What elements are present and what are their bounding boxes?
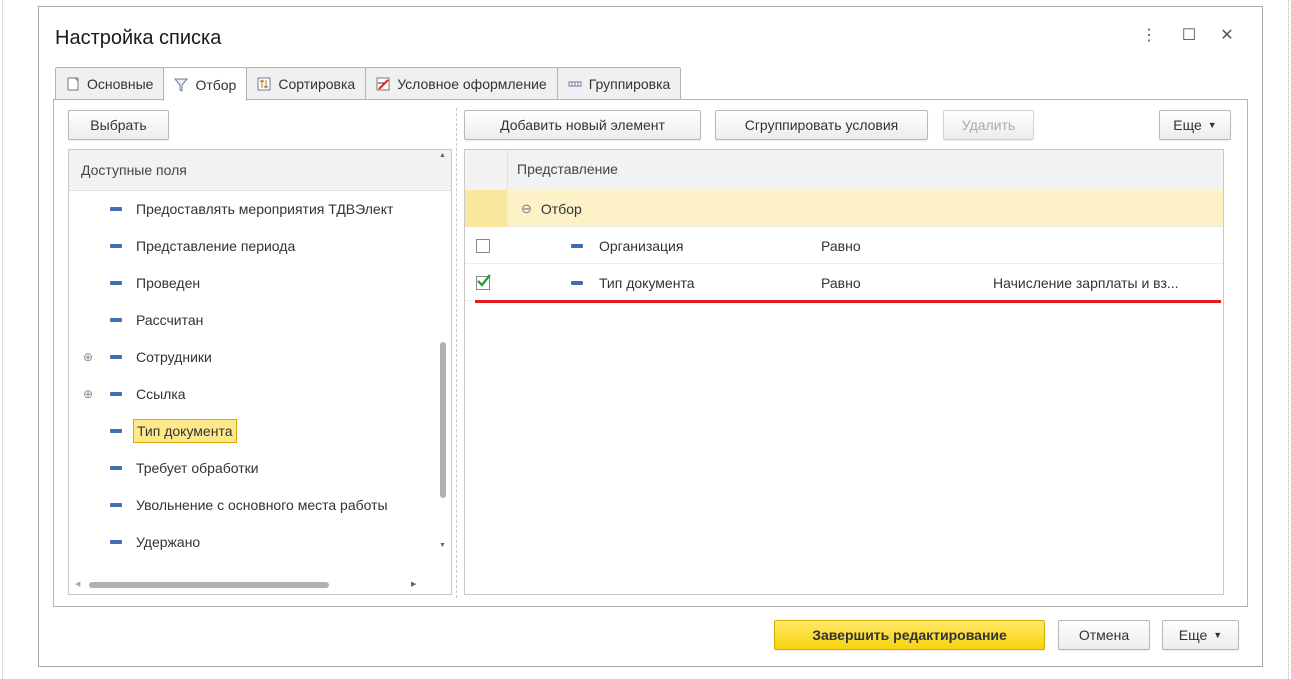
list-item[interactable]: Требует обработки xyxy=(69,449,259,486)
group-row[interactable]: ⊖ Отбор xyxy=(465,190,1223,227)
close-icon[interactable]: ✕ xyxy=(1217,25,1237,45)
list-item[interactable]: Предоставлять мероприятия ТДВЭлект xyxy=(69,190,393,227)
settings-dialog: Настройка списка ⋮ ☐ ✕ Основные Отбор Со… xyxy=(38,6,1263,667)
tab-sort[interactable]: Сортировка xyxy=(246,67,367,99)
field-label: Тип документа xyxy=(133,418,237,443)
more-button-label: Еще xyxy=(1173,117,1202,133)
scroll-left-icon[interactable]: ◀ xyxy=(75,580,80,588)
expand-icon[interactable]: ⊕ xyxy=(83,350,93,364)
tab-bar: Основные Отбор Сортировка Условное оформ… xyxy=(55,67,682,101)
field-icon xyxy=(110,539,122,544)
field-label: Сотрудники xyxy=(136,348,212,365)
column-separator xyxy=(507,150,508,190)
collapse-icon[interactable]: ⊖ xyxy=(521,201,532,217)
row-checkbox-checked[interactable] xyxy=(476,273,491,290)
list-item-selected[interactable]: Тип документа xyxy=(69,412,237,449)
field-icon xyxy=(110,428,122,433)
row-field: Организация xyxy=(599,237,684,254)
field-label: Ссылка xyxy=(136,385,186,402)
field-label: Рассчитан xyxy=(136,311,204,328)
list-item[interactable]: ⊕ Сотрудники xyxy=(69,338,212,375)
vertical-scroll-thumb[interactable] xyxy=(440,342,446,498)
row-checkbox[interactable] xyxy=(476,238,490,253)
finish-editing-button[interactable]: Завершить редактирование xyxy=(774,620,1045,650)
expand-icon[interactable]: ⊕ xyxy=(83,387,93,401)
field-icon xyxy=(110,243,122,248)
field-icon xyxy=(110,317,122,322)
field-label: Требует обработки xyxy=(136,459,259,476)
table-row[interactable]: Тип документа Равно Начисление зарплаты … xyxy=(465,264,1223,301)
scroll-down-icon[interactable]: ▼ xyxy=(439,542,446,549)
group-row-marker xyxy=(465,190,507,227)
row-condition[interactable]: Равно xyxy=(821,227,861,264)
tab-grouping[interactable]: Группировка xyxy=(556,67,682,99)
scroll-right-icon[interactable]: ▶ xyxy=(411,580,416,588)
available-fields-header: Доступные поля xyxy=(69,150,451,191)
add-new-element-button[interactable]: Добавить новый элемент xyxy=(464,110,701,140)
list-item[interactable]: Рассчитан xyxy=(69,301,203,338)
maximize-icon[interactable]: ☐ xyxy=(1179,25,1199,45)
list-item[interactable]: Удержано xyxy=(69,523,200,560)
splitter[interactable] xyxy=(456,108,457,598)
more-button[interactable]: Еще ▼ xyxy=(1159,110,1231,140)
column-header-representation: Представление xyxy=(517,161,618,177)
list-item[interactable]: Увольнение с основного места работы xyxy=(69,486,388,523)
tab-filter-label: Отбор xyxy=(195,76,237,93)
dropdown-arrow-icon: ▼ xyxy=(1207,120,1217,130)
dropdown-arrow-icon: ▼ xyxy=(1213,630,1223,640)
available-fields-list: Доступные поля Предоставлять мероприятия… xyxy=(68,149,452,595)
row-condition[interactable]: Равно xyxy=(821,264,861,301)
field-label: Представление периода xyxy=(136,237,296,254)
list-item[interactable]: ⊕ Ссылка xyxy=(69,375,186,412)
filter-panel: Выбрать Добавить новый элемент Сгруппиро… xyxy=(53,99,1248,607)
field-label: Предоставлять мероприятия ТДВЭлект xyxy=(136,200,394,217)
select-button[interactable]: Выбрать xyxy=(68,110,169,140)
field-icon xyxy=(110,354,122,359)
filter-icon xyxy=(174,78,189,92)
tab-grouping-label: Группировка xyxy=(588,75,671,92)
tab-conditional-format[interactable]: Условное оформление xyxy=(365,67,558,99)
dialog-title: Настройка списка xyxy=(55,27,222,49)
field-icon xyxy=(571,280,583,285)
scroll-up-icon[interactable]: ▲ xyxy=(439,152,446,159)
tab-conditional-format-label: Условное оформление xyxy=(397,75,547,92)
row-value[interactable]: Начисление зарплаты и вз... xyxy=(993,264,1179,301)
horizontal-scrollbar[interactable]: ◀ ▶ xyxy=(71,578,431,592)
footer-more-button[interactable]: Еще ▼ xyxy=(1162,620,1239,650)
delete-button[interactable]: Удалить xyxy=(943,110,1034,140)
cancel-button[interactable]: Отмена xyxy=(1058,620,1150,650)
grid-header: Представление xyxy=(465,150,1223,191)
document-icon xyxy=(67,77,79,90)
field-icon xyxy=(110,206,122,211)
grouping-icon xyxy=(568,81,582,86)
conditional-format-icon xyxy=(376,77,390,90)
tab-sort-label: Сортировка xyxy=(278,75,356,92)
row-field: Тип документа xyxy=(599,274,695,291)
more-actions-icon[interactable]: ⋮ xyxy=(1139,25,1159,45)
footer-more-label: Еще xyxy=(1178,627,1208,643)
tab-filter[interactable]: Отбор xyxy=(163,67,248,101)
field-icon xyxy=(571,243,583,248)
field-label: Проведен xyxy=(136,274,201,291)
highlight-underline xyxy=(475,300,1221,303)
horizontal-scroll-thumb[interactable] xyxy=(89,582,329,588)
field-icon xyxy=(110,502,122,507)
field-label: Удержано xyxy=(136,533,201,550)
group-conditions-button[interactable]: Сгруппировать условия xyxy=(715,110,928,140)
group-label: Отбор xyxy=(540,200,582,217)
tab-main-label: Основные xyxy=(87,75,154,92)
field-icon xyxy=(110,391,122,396)
table-row[interactable]: Организация Равно xyxy=(465,227,1223,264)
checkmark-icon xyxy=(477,273,491,287)
field-icon xyxy=(110,465,122,470)
field-icon xyxy=(110,280,122,285)
field-label: Увольнение с основного места работы xyxy=(136,496,388,513)
list-item[interactable]: Проведен xyxy=(69,264,200,301)
sort-icon xyxy=(257,77,271,90)
vertical-scrollbar[interactable]: ▲ ▼ xyxy=(437,152,449,552)
filter-grid: Представление ⊖ Отбор Организация Равно xyxy=(464,149,1224,595)
list-item[interactable]: Представление периода xyxy=(69,227,295,264)
tab-main[interactable]: Основные xyxy=(55,67,165,99)
